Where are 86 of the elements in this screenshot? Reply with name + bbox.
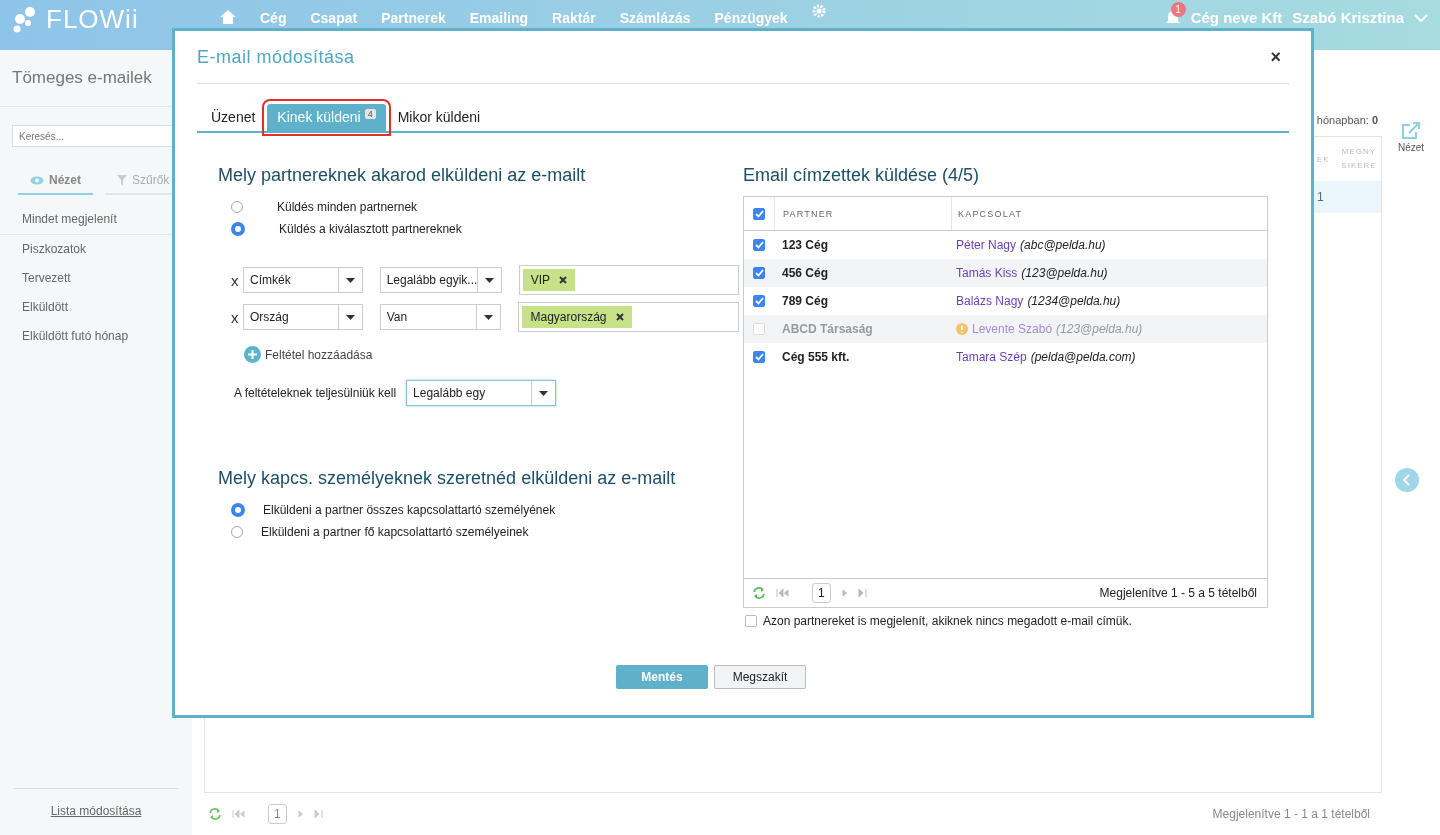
caret-icon — [485, 277, 494, 283]
filter-icon — [117, 174, 127, 186]
contact-link[interactable]: Tamara Szép — [956, 350, 1027, 364]
pager-info: Megjelenítve 1 - 5 a 5 tételből — [1099, 586, 1257, 600]
logo-icon — [12, 6, 38, 33]
field-select[interactable]: Címkék — [242, 267, 363, 293]
external-link-icon[interactable] — [1401, 122, 1421, 140]
operator-select[interactable]: Legalább egyik... — [379, 267, 502, 293]
refresh-icon[interactable] — [208, 807, 222, 821]
tab[interactable]: Mikor küldeni — [391, 105, 487, 131]
section-heading: Mely partnereknek akarod elküldeni az e-mailt — [218, 165, 587, 186]
checkbox-label: Azon partnereket is megjelenít, akiknek nincs megadott e-mail címük. — [763, 614, 1132, 628]
radio-button[interactable] — [231, 222, 245, 236]
operator-select[interactable]: Van — [379, 304, 502, 330]
tag: Magyarország — [522, 306, 632, 328]
column-header: KAPCSOLAT — [957, 207, 1024, 221]
section-heading: Email címzettek küldése (4/5) — [743, 165, 981, 186]
radio-label: Elküldeni a partner fő kapcsolattartó személyeinek — [261, 525, 529, 539]
contact-email: (abc@pelda.hu) — [1020, 238, 1106, 252]
warning-icon — [956, 323, 968, 335]
column-header: PARTNER — [775, 197, 952, 230]
checkbox[interactable] — [753, 351, 765, 363]
refresh-icon[interactable] — [752, 586, 766, 600]
table-cell: 1 — [1317, 190, 1324, 204]
caret-icon — [539, 390, 549, 396]
partner-name: Cég 555 kft. — [781, 349, 851, 366]
settings-icon[interactable] — [811, 4, 826, 18]
edit-list-link[interactable]: Lista módosítása — [50, 804, 142, 818]
contact-email: (123@pelda.hu) — [1056, 322, 1143, 336]
pager-arrows-icon[interactable] — [296, 809, 323, 819]
contact-link[interactable]: Tamás Kiss — [956, 266, 1018, 280]
column-header: MEGNY SIKERE — [1340, 145, 1378, 172]
page-number[interactable]: 1 — [268, 804, 287, 824]
radio-button[interactable] — [231, 503, 245, 517]
eye-icon — [30, 175, 44, 185]
caret-icon — [484, 314, 494, 320]
pager-arrows-icon[interactable] — [840, 588, 867, 598]
page-title: Tömeges e-mailek — [12, 68, 152, 88]
home-icon[interactable] — [220, 10, 236, 24]
contact-email: (1234@pelda.hu) — [1027, 294, 1121, 308]
checkbox[interactable] — [745, 615, 757, 627]
remove-icon[interactable] — [558, 276, 567, 284]
contact-email: (pelda@pelda.com) — [1030, 350, 1136, 364]
notification-badge: 1 — [1170, 2, 1186, 17]
page-number[interactable]: 1 — [812, 583, 831, 603]
view-label[interactable]: Nézet — [1397, 142, 1425, 153]
partner-name: 789 Cég — [781, 293, 830, 310]
contact-link[interactable]: Balázs Nagy — [956, 294, 1024, 308]
radio-label: Küldés minden partnernek — [277, 200, 418, 214]
remove-icon[interactable] — [615, 313, 624, 321]
close-button[interactable]: × — [1262, 46, 1289, 68]
match-select[interactable]: Legalább egy — [406, 380, 557, 406]
remove-condition-link[interactable]: x — [231, 271, 243, 289]
section-heading: Mely kapcs. személyeknek szeretnéd elküldeni az e-mailt — [218, 468, 677, 489]
radio-label: Elküldeni a partner összes kapcsolattartó személyének — [263, 503, 556, 517]
contact-link[interactable]: Péter Nagy — [956, 238, 1017, 252]
collapse-button[interactable] — [1395, 468, 1419, 492]
checkbox[interactable] — [753, 239, 765, 251]
partner-name: 456 Cég — [781, 265, 830, 282]
cancel-button[interactable]: Megszakít — [714, 665, 806, 689]
logo-text: FLOWii — [46, 4, 139, 35]
column-header: EK — [1317, 154, 1331, 164]
tag-field[interactable]: Magyarország — [518, 302, 739, 332]
match-label: A feltételeknek teljesülniük kell — [234, 386, 397, 400]
chevron-down-icon[interactable] — [1414, 13, 1428, 23]
monthly-summary: hónapban: 0 — [1316, 114, 1379, 126]
pager-info: Megjelenítve 1 - 1 a 1 tételből — [1212, 807, 1370, 821]
add-icon[interactable] — [244, 346, 261, 363]
contact-email: (123@pelda.hu) — [1021, 266, 1108, 280]
count-badge: 4 — [364, 109, 376, 119]
tab[interactable]: Üzenet — [205, 105, 262, 131]
field-select[interactable]: Ország — [242, 304, 363, 330]
add-condition-link[interactable]: Feltétel hozzáadása — [265, 347, 373, 362]
checkbox[interactable] — [753, 207, 765, 220]
sidebar-tab[interactable]: Nézet — [18, 167, 93, 195]
tag: VIP — [522, 269, 575, 291]
partner-name: 123 Cég — [781, 237, 830, 254]
remove-condition-link[interactable]: x — [231, 308, 243, 326]
partner-name: ABCD Társaság — [781, 321, 874, 338]
checkbox[interactable] — [753, 295, 765, 307]
radio-label: Küldés a kiválasztott partnereknek — [279, 222, 462, 236]
checkbox[interactable] — [753, 267, 765, 279]
dialog-title: E-mail módosítása — [197, 46, 355, 68]
tag-field[interactable]: VIP — [518, 265, 739, 295]
caret-icon — [345, 277, 355, 283]
caret-icon — [345, 314, 355, 320]
